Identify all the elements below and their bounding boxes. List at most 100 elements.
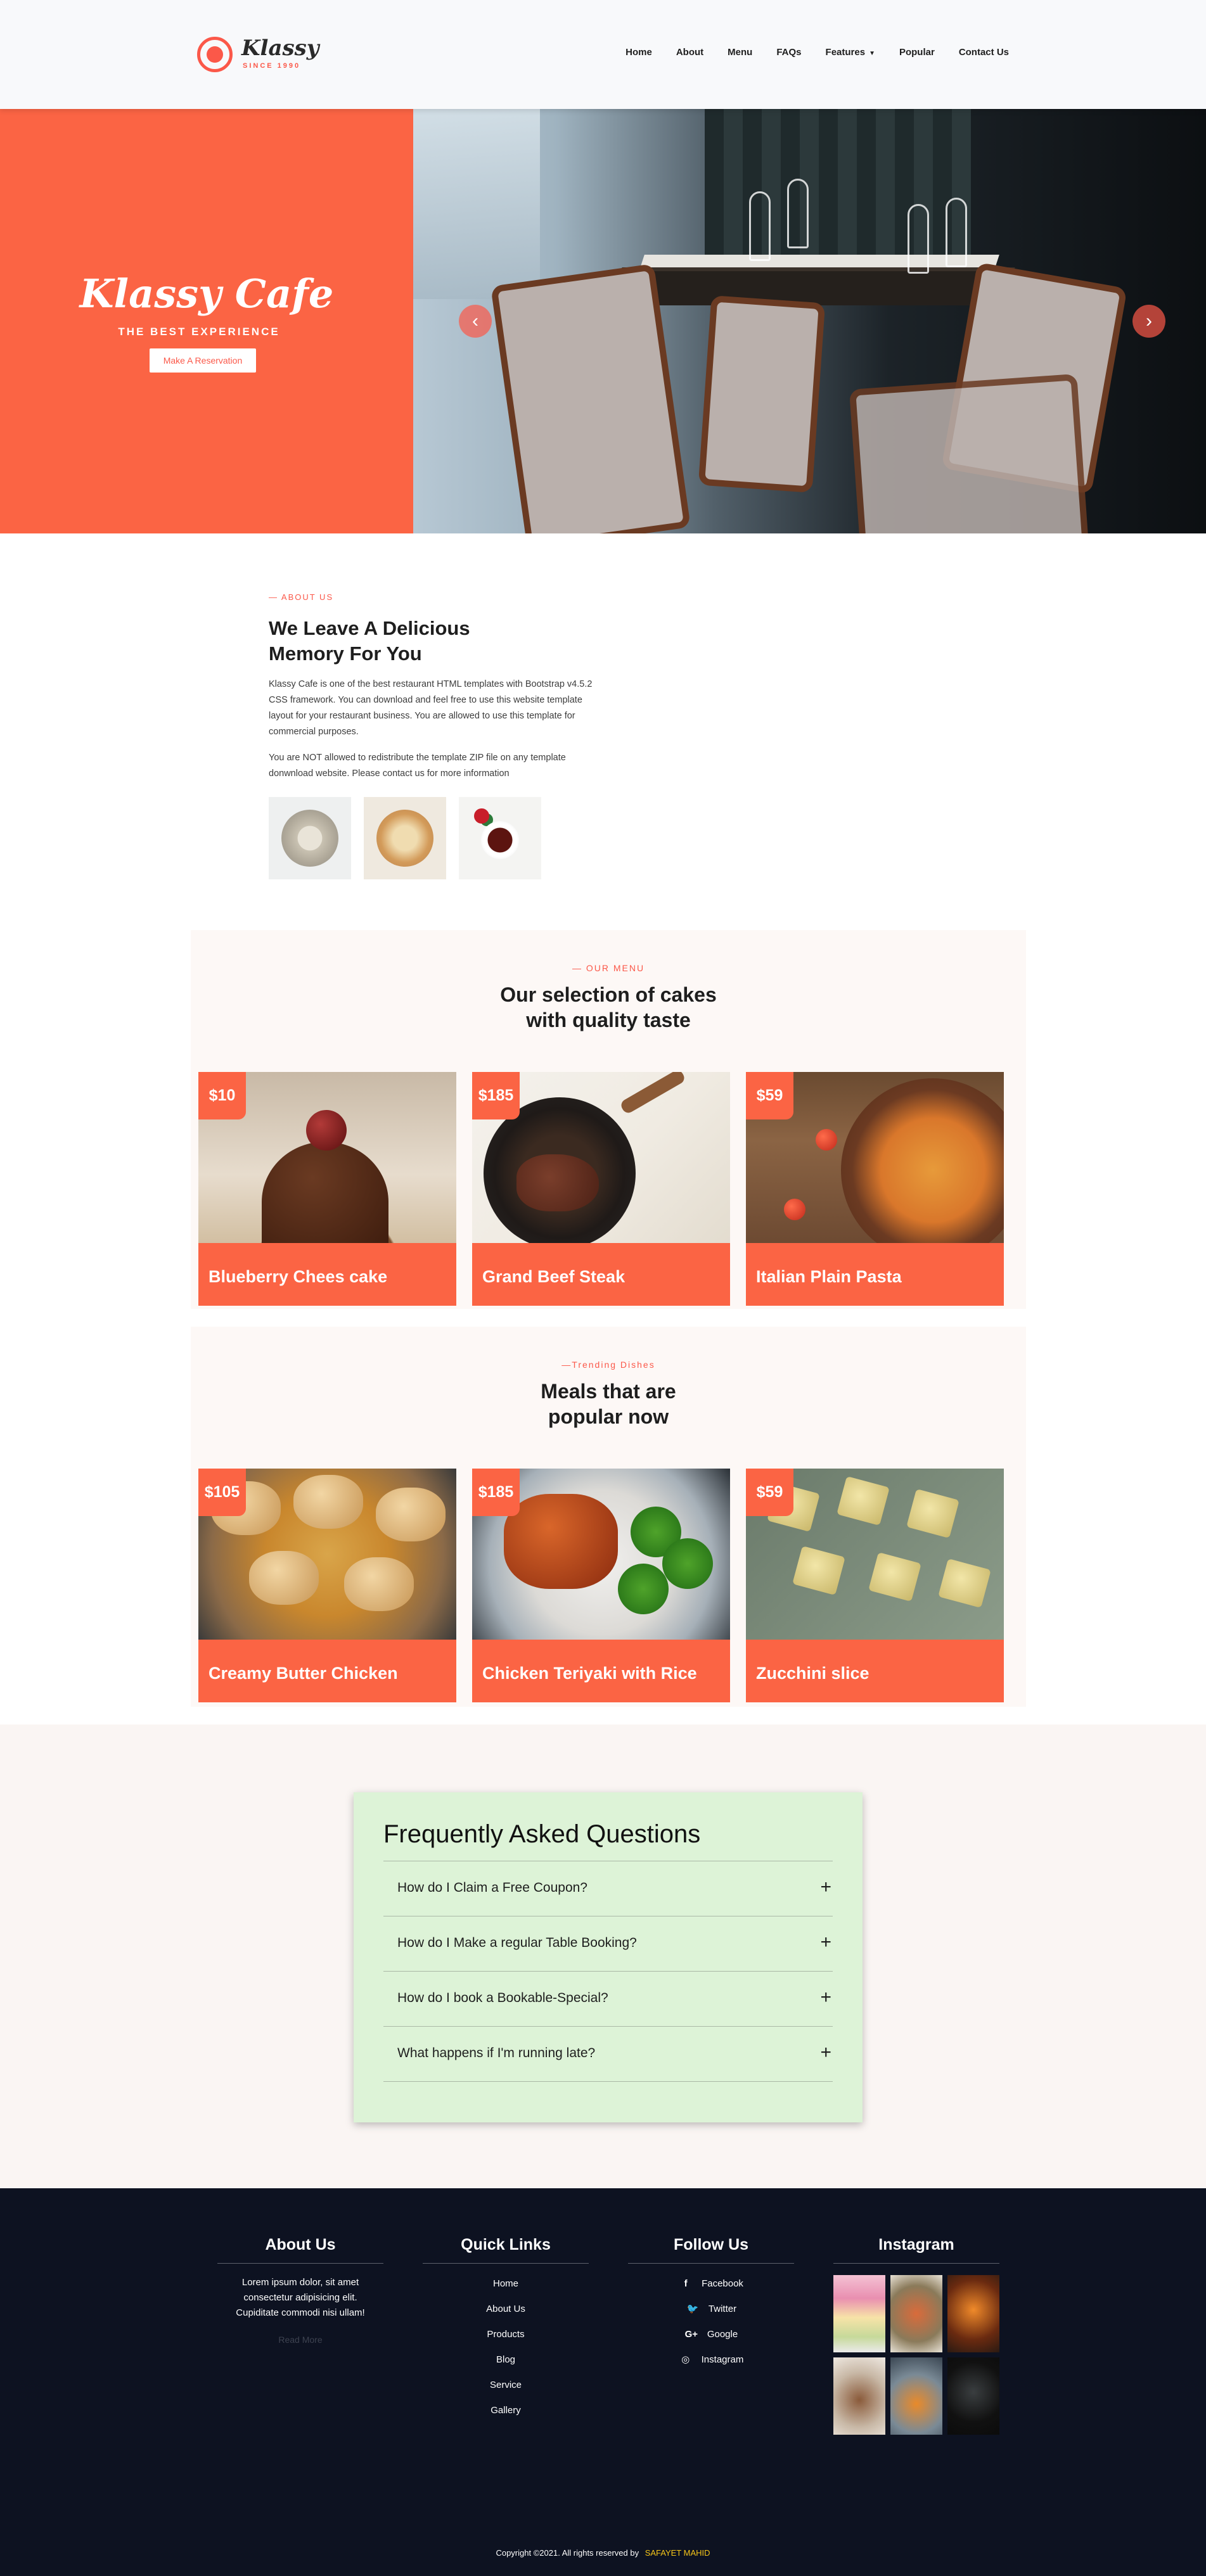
- faq-panel: Frequently Asked Questions How do I Clai…: [354, 1792, 863, 2122]
- social-label: Facebook: [702, 2278, 743, 2289]
- instagram-photo[interactable]: [833, 2275, 885, 2352]
- social-twitter[interactable]: 🐦 Twitter: [628, 2297, 794, 2322]
- tomato: [784, 1199, 805, 1220]
- nav-menu[interactable]: Menu: [728, 47, 752, 58]
- dish-name: Blueberry Chees cake: [198, 1243, 456, 1306]
- social-facebook[interactable]: f Facebook: [628, 2271, 794, 2297]
- footer-about-text: Lorem ipsum dolor, sit amet consectetur …: [236, 2277, 365, 2318]
- plus-icon: +: [820, 1877, 831, 1897]
- logo-plate-icon: [197, 37, 233, 72]
- footer-rule: [833, 2263, 999, 2264]
- footer-link-about[interactable]: About Us: [423, 2297, 589, 2322]
- instagram-photo[interactable]: [947, 2275, 999, 2352]
- footer-link-blog[interactable]: Blog: [423, 2347, 589, 2373]
- faq-item[interactable]: How do I book a Bookable-Special? +: [383, 1972, 833, 2027]
- berries: [474, 808, 489, 824]
- menu-title-line1: Our selection of cakes: [500, 983, 717, 1006]
- instagram-photo[interactable]: [890, 2275, 942, 2352]
- nav-faqs[interactable]: FAQs: [776, 47, 801, 58]
- zucchini-square: [906, 1488, 959, 1539]
- broccoli: [662, 1538, 713, 1589]
- hero-subtitle: THE BEST EXPERIENCE: [118, 326, 280, 338]
- menu-card[interactable]: $10 Blueberry Chees cake: [198, 1072, 456, 1306]
- menu-card[interactable]: $185 Grand Beef Steak: [472, 1072, 730, 1306]
- tomato: [816, 1129, 837, 1151]
- hero-title: Klassy Cafe: [79, 271, 334, 317]
- hero-table: [610, 267, 1015, 305]
- logo-since: SINCE 1990: [243, 62, 301, 70]
- trending-card[interactable]: $185 Chicken Teriyaki with Rice: [472, 1469, 730, 1702]
- social-label: Twitter: [708, 2304, 737, 2314]
- trending-title: Meals that are popular now: [191, 1379, 1026, 1429]
- hero-window: [413, 109, 540, 299]
- chevron-left-icon: ‹: [472, 310, 478, 331]
- footer-link-products[interactable]: Products: [423, 2322, 589, 2347]
- caret-down-icon: ▼: [869, 50, 875, 57]
- author-link[interactable]: SAFAYET MAHID: [645, 2548, 710, 2558]
- hero-curtain: [705, 109, 971, 274]
- trending-cards: $105 Creamy Butter Chicken $185 Chicken …: [198, 1469, 1004, 1702]
- instagram-photo[interactable]: [833, 2357, 885, 2435]
- footer-link-service[interactable]: Service: [423, 2373, 589, 2398]
- facebook-icon: f: [684, 2278, 688, 2289]
- footer-instagram-title: Instagram: [878, 2236, 954, 2254]
- about-thumb-tea[interactable]: [459, 797, 541, 879]
- instagram-grid: [833, 2275, 999, 2435]
- plus-icon: +: [820, 2042, 831, 2063]
- nav-popular[interactable]: Popular: [899, 47, 935, 58]
- nav-contact[interactable]: Contact Us: [959, 47, 1009, 58]
- footer-link-home[interactable]: Home: [423, 2271, 589, 2297]
- wine-glass: [749, 191, 771, 261]
- instagram-photo[interactable]: [947, 2357, 999, 2435]
- nav-about[interactable]: About: [676, 47, 703, 58]
- chicken-piece: [293, 1475, 363, 1529]
- nav-home[interactable]: Home: [625, 47, 652, 58]
- reservation-button[interactable]: Make A Reservation: [150, 348, 256, 373]
- faq-item[interactable]: How do I Make a regular Table Booking? +: [383, 1916, 833, 1972]
- price-badge: $185: [472, 1469, 520, 1516]
- hero-panel: Klassy Cafe THE BEST EXPERIENCE Make A R…: [0, 109, 413, 533]
- steak: [516, 1154, 599, 1211]
- wine-glass: [908, 204, 929, 274]
- plus-icon: +: [820, 1987, 831, 2008]
- social-label: Instagram: [701, 2354, 744, 2365]
- trending-card[interactable]: $105 Creamy Butter Chicken: [198, 1469, 456, 1702]
- zucchini-square: [837, 1476, 890, 1526]
- slider-prev-button[interactable]: ‹: [459, 305, 492, 338]
- footer-follow-title: Follow Us: [673, 2236, 749, 2254]
- zucchini-square: [868, 1552, 921, 1602]
- about-gallery: [269, 797, 598, 879]
- wine-glass: [946, 198, 967, 267]
- footer-rule: [423, 2263, 589, 2264]
- faq-item[interactable]: What happens if I'm running late? +: [383, 2027, 833, 2082]
- slider-next-button[interactable]: ›: [1132, 305, 1165, 338]
- menu-card[interactable]: $59 Italian Plain Pasta: [746, 1072, 1004, 1306]
- price-badge: $59: [746, 1469, 793, 1516]
- hero-slider-image: ‹ ›: [413, 109, 1206, 533]
- faq-question: How do I book a Bookable-Special?: [397, 1991, 608, 2005]
- wine-glass: [787, 179, 809, 248]
- instagram-photo[interactable]: [890, 2357, 942, 2435]
- brand-logo[interactable]: Klassy SINCE 1990: [197, 35, 319, 75]
- faq-item[interactable]: How do I Claim a Free Coupon? +: [383, 1861, 833, 1916]
- faq-question: How do I Make a regular Table Booking?: [397, 1935, 637, 1950]
- teriyaki-chicken: [504, 1494, 618, 1589]
- teacup: [481, 821, 519, 859]
- menu-cards: $10 Blueberry Chees cake $185 Grand Beef…: [198, 1072, 1004, 1306]
- cake-cherry: [306, 1110, 347, 1151]
- about-thumb-dish[interactable]: [364, 797, 446, 879]
- footer-link-gallery[interactable]: Gallery: [423, 2398, 589, 2423]
- hero-chair: [698, 295, 826, 493]
- dish-name: Chicken Teriyaki with Rice: [472, 1640, 730, 1702]
- nav-features[interactable]: Features ▼: [826, 47, 875, 58]
- read-more-link[interactable]: Read More: [217, 2335, 383, 2345]
- social-google[interactable]: G+ Google: [628, 2322, 794, 2347]
- social-instagram[interactable]: ◎ Instagram: [628, 2347, 794, 2373]
- menu-section: — OUR MENU Our selection of cakes with q…: [191, 930, 1026, 1309]
- price-badge: $10: [198, 1072, 246, 1119]
- price-badge: $59: [746, 1072, 793, 1119]
- about-thumb-dumplings[interactable]: [269, 797, 351, 879]
- trending-card[interactable]: $59 Zucchini slice: [746, 1469, 1004, 1702]
- zucchini-square: [938, 1558, 991, 1609]
- about-title-line1: We Leave A Delicious: [269, 617, 470, 639]
